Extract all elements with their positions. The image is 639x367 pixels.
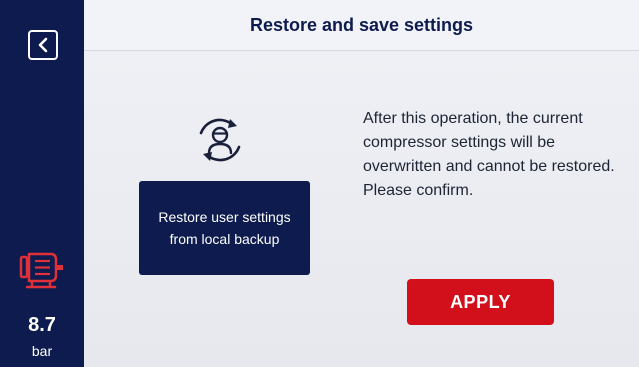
pressure-unit: bar — [31, 343, 53, 359]
pressure-value: 8.7 — [28, 314, 56, 336]
restore-user-icon — [199, 118, 241, 162]
page-title: Restore and save settings — [249, 14, 474, 35]
sidebar: 8.7 bar — [0, 0, 84, 367]
main-panel: Restore user settings from local backup … — [84, 51, 639, 367]
back-button[interactable] — [28, 30, 58, 60]
header-bar: Restore and save settings — [84, 0, 639, 51]
restore-button-label: Restore user settings from local backup — [158, 209, 291, 247]
back-arrow-icon — [38, 37, 48, 53]
confirmation-message: After this operation, the current compre… — [363, 110, 615, 199]
apply-button[interactable]: APPLY — [407, 279, 554, 325]
apply-button-label: APPLY — [450, 291, 511, 312]
compressor-motor-icon — [19, 252, 63, 289]
restore-user-settings-button[interactable]: Restore user settings from local backup — [139, 181, 310, 275]
